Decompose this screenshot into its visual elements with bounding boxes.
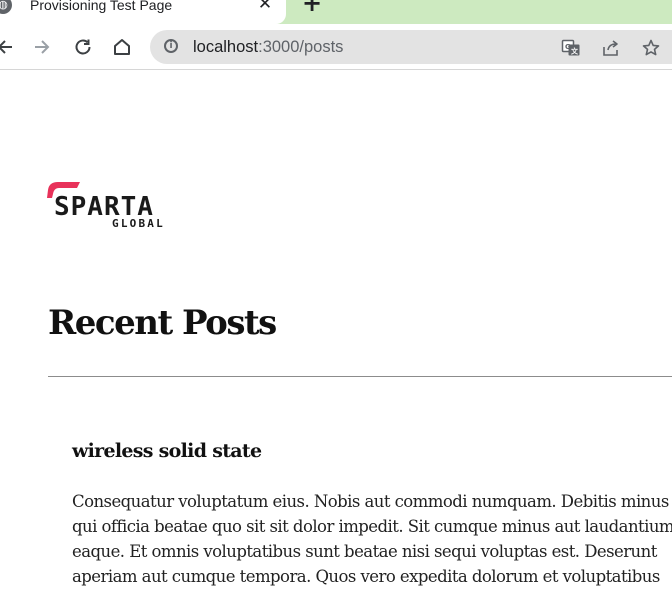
share-icon[interactable] (601, 38, 621, 58)
forward-arrow-icon[interactable] (31, 36, 53, 58)
post-body-line: eaque. Et omnis voluptatibus sunt beatae… (72, 542, 657, 561)
post-body-line: aperiam aut cumque tempora. Quos vero ex… (72, 567, 660, 586)
bookmark-star-icon[interactable] (641, 38, 661, 58)
url-host: localhost (193, 38, 259, 56)
new-tab-button[interactable]: + (301, 0, 323, 15)
post-title: wireless solid state (72, 440, 262, 462)
back-arrow-icon[interactable] (0, 36, 16, 58)
svg-text:文: 文 (571, 47, 579, 56)
reload-icon[interactable] (72, 36, 94, 58)
site-info-icon[interactable]: i (164, 39, 178, 53)
svg-text:GLOBAL: GLOBAL (112, 217, 165, 230)
heading-divider (48, 376, 672, 377)
browser-toolbar: i localhost:3000/posts G 文 (0, 24, 672, 70)
address-bar[interactable]: i localhost:3000/posts G 文 (150, 30, 672, 64)
post-body: Consequatur voluptatum eius. Nobis aut c… (72, 489, 672, 589)
page-title: Recent Posts (48, 303, 277, 343)
browser-tab[interactable]: ◍ Provisioning Test Page ✕ (0, 0, 286, 24)
url-text[interactable]: localhost:3000/posts (193, 37, 343, 57)
post-body-line: Consequatur voluptatum eius. Nobis aut c… (72, 492, 669, 511)
sparta-global-logo[interactable]: SPARTA GLOBAL (46, 180, 176, 230)
url-path: :3000/posts (258, 38, 344, 56)
globe-icon: ◍ (0, 0, 12, 14)
tab-title: Provisioning Test Page (30, 0, 173, 13)
post-body-line: qui officia beatae quo sit sit dolor imp… (72, 517, 672, 536)
tab-strip: ◍ Provisioning Test Page ✕ + (0, 0, 672, 24)
close-tab-icon[interactable]: ✕ (256, 0, 274, 14)
translate-icon[interactable]: G 文 (561, 38, 581, 58)
home-icon[interactable] (111, 36, 133, 58)
